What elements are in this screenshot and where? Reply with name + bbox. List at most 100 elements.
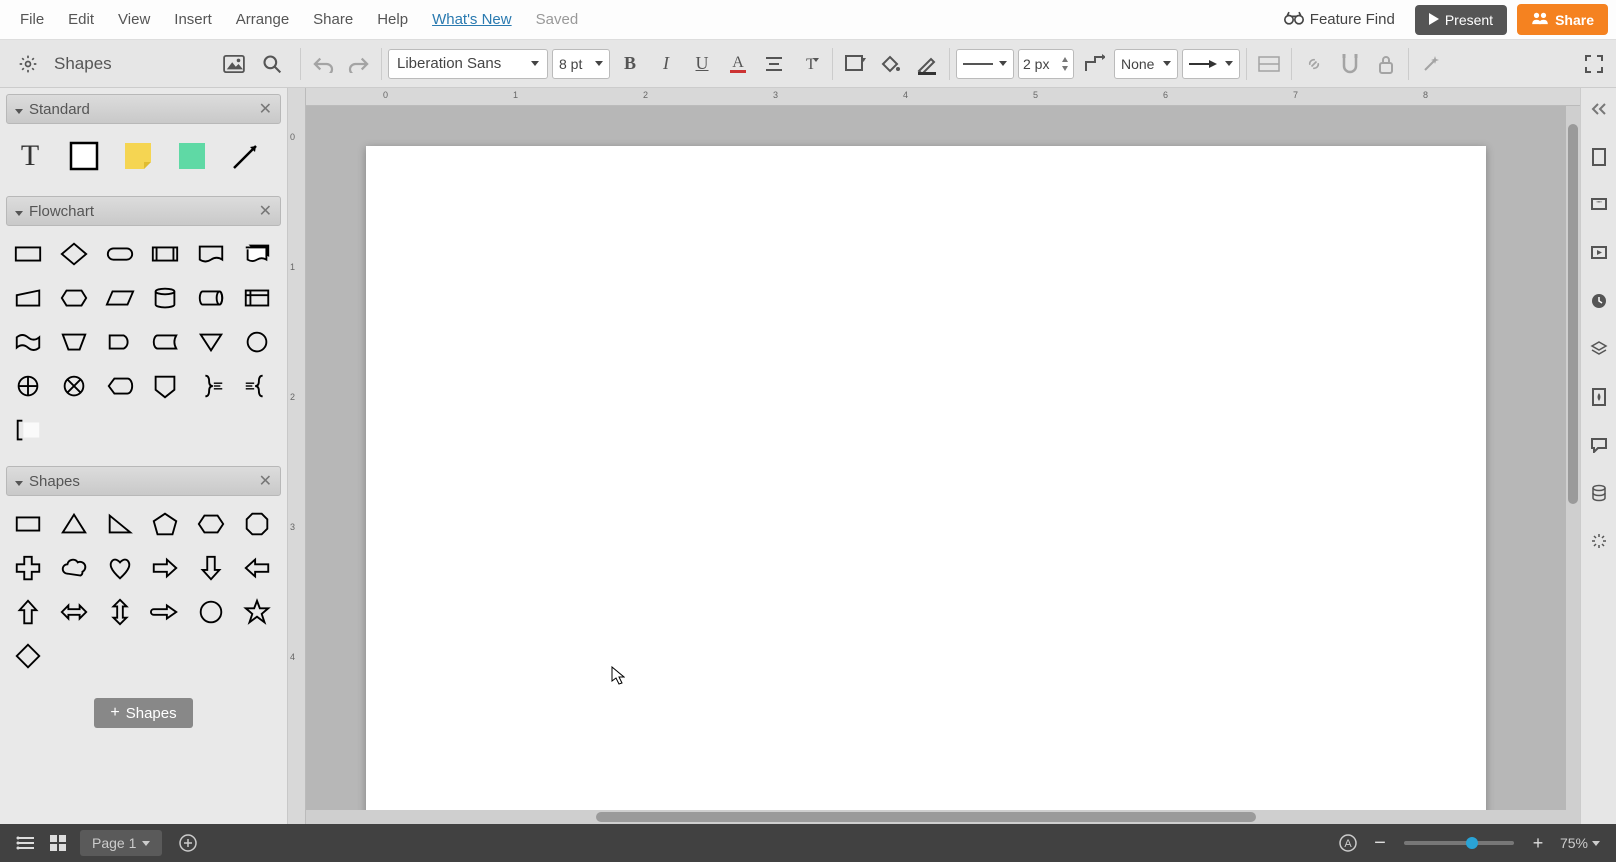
shape-arrow-leftright[interactable] [56, 594, 92, 630]
shape-arrow-up[interactable] [10, 594, 46, 630]
grid-view-button[interactable] [42, 827, 74, 859]
present-button[interactable]: Present [1415, 5, 1507, 35]
shape-stored-data[interactable] [147, 324, 183, 360]
fill-bucket-button[interactable] [875, 48, 907, 80]
add-shapes-button[interactable]: + Shapes [94, 698, 192, 728]
shape-right-triangle[interactable] [102, 506, 138, 542]
sync-status-icon[interactable]: A [1332, 827, 1364, 859]
zoom-slider[interactable] [1404, 841, 1514, 845]
present-panel-icon[interactable] [1586, 240, 1612, 266]
horizontal-ruler[interactable]: 0 1 2 3 4 5 6 7 8 [306, 88, 1580, 106]
settings-gear-icon[interactable] [12, 48, 44, 80]
shape-note-bracket[interactable] [10, 412, 46, 448]
close-icon[interactable]: ✕ [259, 471, 272, 491]
arrow-start-select[interactable]: None [1114, 49, 1178, 79]
lane-button[interactable] [1253, 48, 1285, 80]
shape-rectangle[interactable] [10, 506, 46, 542]
font-size-select[interactable]: 8 pt [552, 49, 610, 79]
zoom-in-button[interactable]: + [1522, 827, 1554, 859]
shape-or[interactable] [10, 368, 46, 404]
menu-edit[interactable]: Edit [56, 5, 106, 34]
shape-hexagon[interactable] [193, 506, 229, 542]
arrow-end-select[interactable] [1182, 49, 1240, 79]
shape-delay[interactable] [102, 324, 138, 360]
menu-view[interactable]: View [106, 5, 162, 34]
feature-find-button[interactable]: Feature Find [1274, 6, 1405, 34]
fullscreen-button[interactable] [1578, 48, 1610, 80]
text-color-button[interactable]: A [722, 48, 754, 80]
shape-preparation[interactable] [56, 280, 92, 316]
shape-note-yellow[interactable] [118, 136, 158, 176]
shape-predefined[interactable] [147, 236, 183, 272]
shape-manual-input[interactable] [10, 280, 46, 316]
close-icon[interactable]: ✕ [259, 201, 272, 221]
shape-circle[interactable] [193, 594, 229, 630]
search-shapes-button[interactable] [256, 48, 288, 80]
layers-icon[interactable] [1586, 336, 1612, 362]
shape-data[interactable] [102, 280, 138, 316]
shape-connector[interactable] [239, 324, 275, 360]
shape-diamond[interactable] [10, 638, 46, 674]
scrollbar-thumb[interactable] [596, 812, 1256, 822]
link-button[interactable] [1298, 48, 1330, 80]
group-header-flowchart[interactable]: Flowchart ✕ [6, 196, 281, 226]
shape-cloud[interactable] [56, 550, 92, 586]
shape-direct-data[interactable] [193, 280, 229, 316]
shape-cross[interactable] [10, 550, 46, 586]
menu-share[interactable]: Share [301, 5, 365, 34]
line-width-input[interactable]: 2 px [1018, 49, 1074, 79]
shape-multidoc[interactable] [239, 236, 275, 272]
vertical-scrollbar[interactable] [1566, 106, 1580, 810]
group-header-shapes[interactable]: Shapes ✕ [6, 466, 281, 496]
vertical-ruler[interactable]: 0 1 2 3 4 [288, 88, 306, 824]
menu-arrange[interactable]: Arrange [224, 5, 301, 34]
scrollbar-thumb[interactable] [1568, 124, 1578, 504]
shape-callout-arrow[interactable] [147, 594, 183, 630]
font-family-select[interactable]: Liberation Sans [388, 49, 548, 79]
bold-button[interactable]: B [614, 48, 646, 80]
lock-button[interactable] [1370, 48, 1402, 80]
shape-note-green[interactable] [172, 136, 212, 176]
shape-pentagon[interactable] [147, 506, 183, 542]
insert-image-button[interactable] [218, 48, 250, 80]
collapse-panel-icon[interactable] [1586, 96, 1612, 122]
share-button[interactable]: Share [1517, 4, 1608, 35]
shape-paper-tape[interactable] [10, 324, 46, 360]
magnet-button[interactable] [1334, 48, 1366, 80]
page-settings-icon[interactable] [1586, 144, 1612, 170]
shape-brace-right[interactable] [193, 368, 229, 404]
zoom-level-select[interactable]: 75% [1554, 835, 1606, 851]
zoom-out-button[interactable]: − [1364, 827, 1396, 859]
click-icon[interactable] [1586, 528, 1612, 554]
redo-button[interactable] [343, 48, 375, 80]
add-page-button[interactable] [172, 827, 204, 859]
text-options-button[interactable]: T [794, 48, 826, 80]
undo-button[interactable] [307, 48, 339, 80]
shape-document[interactable] [193, 236, 229, 272]
shape-database[interactable] [147, 280, 183, 316]
line-style-select[interactable] [956, 49, 1014, 79]
shape-merge[interactable] [193, 324, 229, 360]
outline-view-button[interactable] [10, 827, 42, 859]
text-align-button[interactable] [758, 48, 790, 80]
zoom-slider-knob[interactable] [1466, 837, 1478, 849]
shape-internal-storage[interactable] [239, 280, 275, 316]
horizontal-scrollbar[interactable] [306, 810, 1580, 824]
shape-text-tool[interactable]: T [10, 136, 50, 176]
shape-decision[interactable] [56, 236, 92, 272]
comments-panel-icon[interactable]: ”” [1586, 192, 1612, 218]
shape-star[interactable] [239, 594, 275, 630]
shape-triangle[interactable] [56, 506, 92, 542]
shape-offpage[interactable] [147, 368, 183, 404]
shape-block[interactable] [64, 136, 104, 176]
data-icon[interactable] [1586, 480, 1612, 506]
menu-insert[interactable]: Insert [162, 5, 224, 34]
border-color-button[interactable] [911, 48, 943, 80]
chat-icon[interactable] [1586, 432, 1612, 458]
shape-terminator[interactable] [102, 236, 138, 272]
shape-arrow-down[interactable] [193, 550, 229, 586]
group-header-standard[interactable]: Standard ✕ [6, 94, 281, 124]
shape-arrow-left[interactable] [239, 550, 275, 586]
page-tab[interactable]: Page 1 [80, 830, 162, 856]
shape-sum[interactable] [56, 368, 92, 404]
